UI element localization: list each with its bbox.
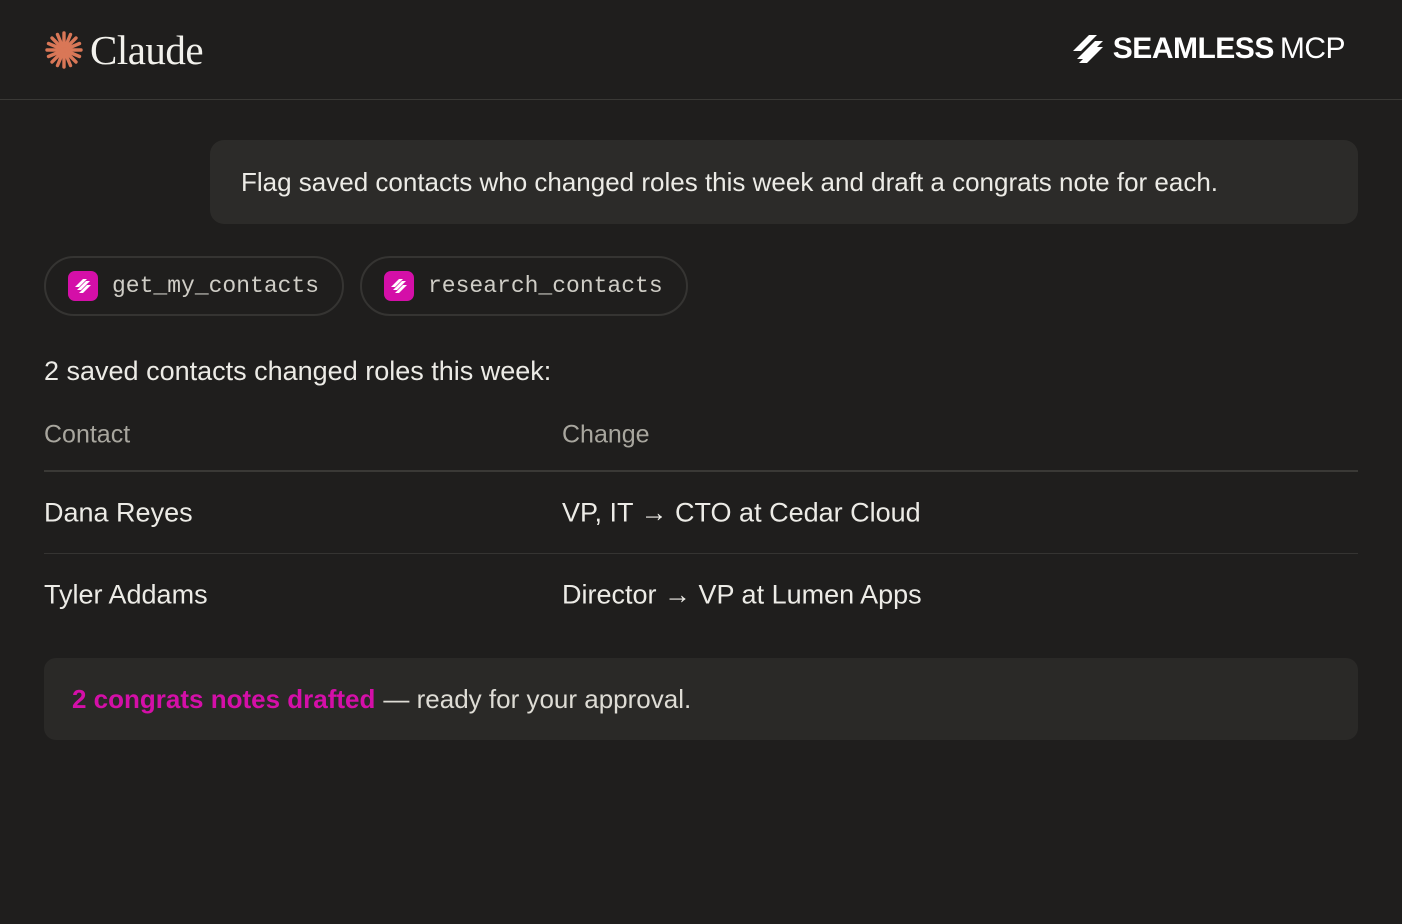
claude-starburst-icon	[44, 30, 84, 70]
tool-chip-label: research_contacts	[428, 273, 663, 299]
app-header: Claude SEAMLESS MCP	[0, 0, 1402, 100]
contacts-table: Contact Change Dana Reyes VP, IT → CTO a…	[44, 400, 1358, 636]
claude-wordmark: Claude	[90, 27, 204, 73]
contact-name: Tyler Addams	[44, 579, 208, 610]
tool-chip-label: get_my_contacts	[112, 273, 320, 299]
response-summary: 2 saved contacts changed roles this week…	[44, 356, 552, 386]
seamless-icon	[68, 271, 98, 301]
seamless-icon	[384, 271, 414, 301]
role-change: VP, IT → CTO at Cedar Cloud	[562, 497, 921, 527]
user-message-text: Flag saved contacts who changed roles th…	[241, 166, 1219, 197]
seamless-mcp-logo: SEAMLESS MCP	[1071, 30, 1346, 68]
tool-chip-research-contacts[interactable]: research_contacts	[360, 256, 688, 316]
seamless-wordmark: SEAMLESS	[1112, 32, 1275, 65]
column-header-contact: Contact	[44, 420, 131, 449]
table-row: Tyler Addams Director → VP at Lumen Apps	[44, 554, 1358, 636]
seamless-logo-icon	[1071, 33, 1113, 65]
role-change: Director → VP at Lumen Apps	[562, 579, 922, 610]
mcp-wordmark: MCP	[1279, 32, 1346, 65]
contact-name: Dana Reyes	[44, 497, 193, 527]
drafts-status-text: — ready for your approval.	[383, 683, 692, 714]
tool-chip-get-my-contacts[interactable]: get_my_contacts	[44, 256, 344, 316]
claude-logo: Claude	[44, 27, 204, 73]
drafts-callout: 2 congrats notes drafted — ready for you…	[44, 658, 1358, 740]
table-row: Dana Reyes VP, IT → CTO at Cedar Cloud	[44, 472, 1358, 554]
user-message-bubble: Flag saved contacts who changed roles th…	[210, 140, 1358, 224]
drafts-count-highlight: 2 congrats notes drafted	[72, 683, 376, 714]
column-header-change: Change	[562, 420, 650, 449]
table-header: Contact Change	[44, 400, 1358, 472]
